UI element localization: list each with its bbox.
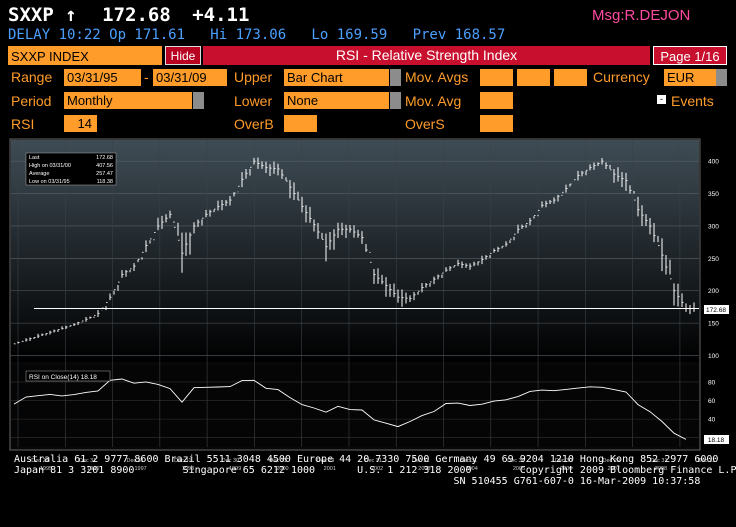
price-tick-label: 300 bbox=[708, 223, 719, 230]
rsi-tick-label: 80 bbox=[708, 379, 716, 386]
rsi-value-tag: 18.18 bbox=[704, 435, 729, 444]
price-tick-label: 200 bbox=[708, 288, 719, 295]
legend-last-label: Last bbox=[29, 155, 40, 161]
footer-contacts-line-2: Japan 81 3 3201 8900 Singapore 65 6212 1… bbox=[14, 465, 736, 476]
legend-average-label: Average bbox=[29, 171, 49, 177]
legend-low-value: 118.38 bbox=[97, 179, 113, 185]
price-tick-label: 400 bbox=[708, 159, 719, 166]
legend-high-label: High on 03/31/00 bbox=[29, 163, 71, 169]
rsi-panel bbox=[11, 365, 699, 447]
rsi-value-tag-text: 18.18 bbox=[708, 437, 725, 444]
chart-canvas: 10015020025030035040020406080Dec 29Dec 3… bbox=[9, 138, 729, 472]
rsi-legend-text: RSI on Close(14) 18.18 bbox=[29, 374, 97, 381]
footer-contacts-line-3: SN 510455 G761-607-0 16-Mar-2009 10:37:5… bbox=[14, 476, 701, 487]
price-tick-label: 150 bbox=[708, 321, 719, 328]
rsi-tick-label: 40 bbox=[708, 417, 716, 424]
legend-low-label: Low on 03/31/95 bbox=[29, 179, 70, 185]
last-price-tag: 172.68 bbox=[704, 305, 729, 314]
legend-last-value: 172.68 bbox=[96, 155, 113, 161]
legend-average-value: 257.47 bbox=[96, 171, 113, 177]
price-tick-label: 350 bbox=[708, 191, 719, 198]
legend-high-value: 407.56 bbox=[96, 163, 113, 169]
rsi-legend: RSI on Close(14) 18.18 bbox=[25, 370, 111, 382]
last-price-tag-text: 172.68 bbox=[706, 307, 726, 314]
price-tick-label: 250 bbox=[708, 256, 719, 263]
price-tick-label: 100 bbox=[708, 353, 719, 360]
price-legend: Last 172.68 High on 03/31/00 407.56 Aver… bbox=[25, 152, 117, 186]
rsi-tick-label: 60 bbox=[708, 398, 716, 405]
footer-contacts-line-1: Australia 61 2 9777 8600 Brazil 5511 304… bbox=[14, 454, 719, 465]
